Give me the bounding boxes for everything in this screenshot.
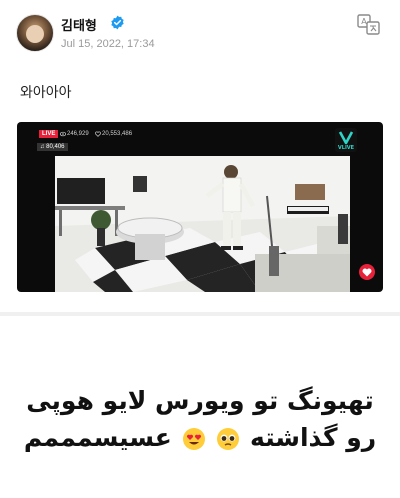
viewer-count: 246,929 [67,131,89,137]
caption-line-2: رو گذاشته عسیسمممم [0,418,400,458]
heart-eyes-face-icon [182,428,205,450]
avatar-face [26,25,44,43]
post-body-text: 와아아아 [20,85,72,101]
translate-icon[interactable]: A [357,14,381,36]
persian-caption: تهیونگ تو ویورس لایو هوپی رو گذاشته عسیس… [0,384,400,474]
heart-icon[interactable] [359,264,375,280]
caption-line-2-suffix: عسیسمممم [23,423,172,452]
like-count: 20,553,486 [102,131,133,137]
author-name[interactable]: 김태형 [61,15,97,34]
eye-icon [60,131,66,137]
studio-scene [55,156,350,292]
video-embed[interactable]: LIVE 246,929 20,553,486 ♫ 80,406 VLIVE [17,122,383,292]
listener-count: ♫ 80,406 [37,143,68,151]
vlive-logo: VLIVE [335,128,357,152]
svg-text:VLIVE: VLIVE [338,145,355,151]
caption-line-2-prefix: رو گذاشته [250,423,377,452]
author-avatar[interactable] [16,14,54,52]
live-badge: LIVE [39,130,59,138]
section-divider [0,312,400,316]
post-card: 김태형 Jul 15, 2022, 17:34 A 와아아아 LIVE 246,… [0,0,400,312]
caption-line-1: تهیونگ تو ویورس لایو هوپی [26,386,374,415]
verified-badge-icon [111,15,124,30]
post-timestamp: Jul 15, 2022, 17:34 [61,38,155,50]
like-icon [95,131,101,137]
listener-count-value: 80,406 [46,144,65,150]
video-overlay: LIVE 246,929 20,553,486 ♫ 80,406 VLIVE [17,122,383,156]
video-frame [55,156,350,292]
heart-glyph-icon [362,268,372,277]
pleading-face-icon [217,428,240,450]
